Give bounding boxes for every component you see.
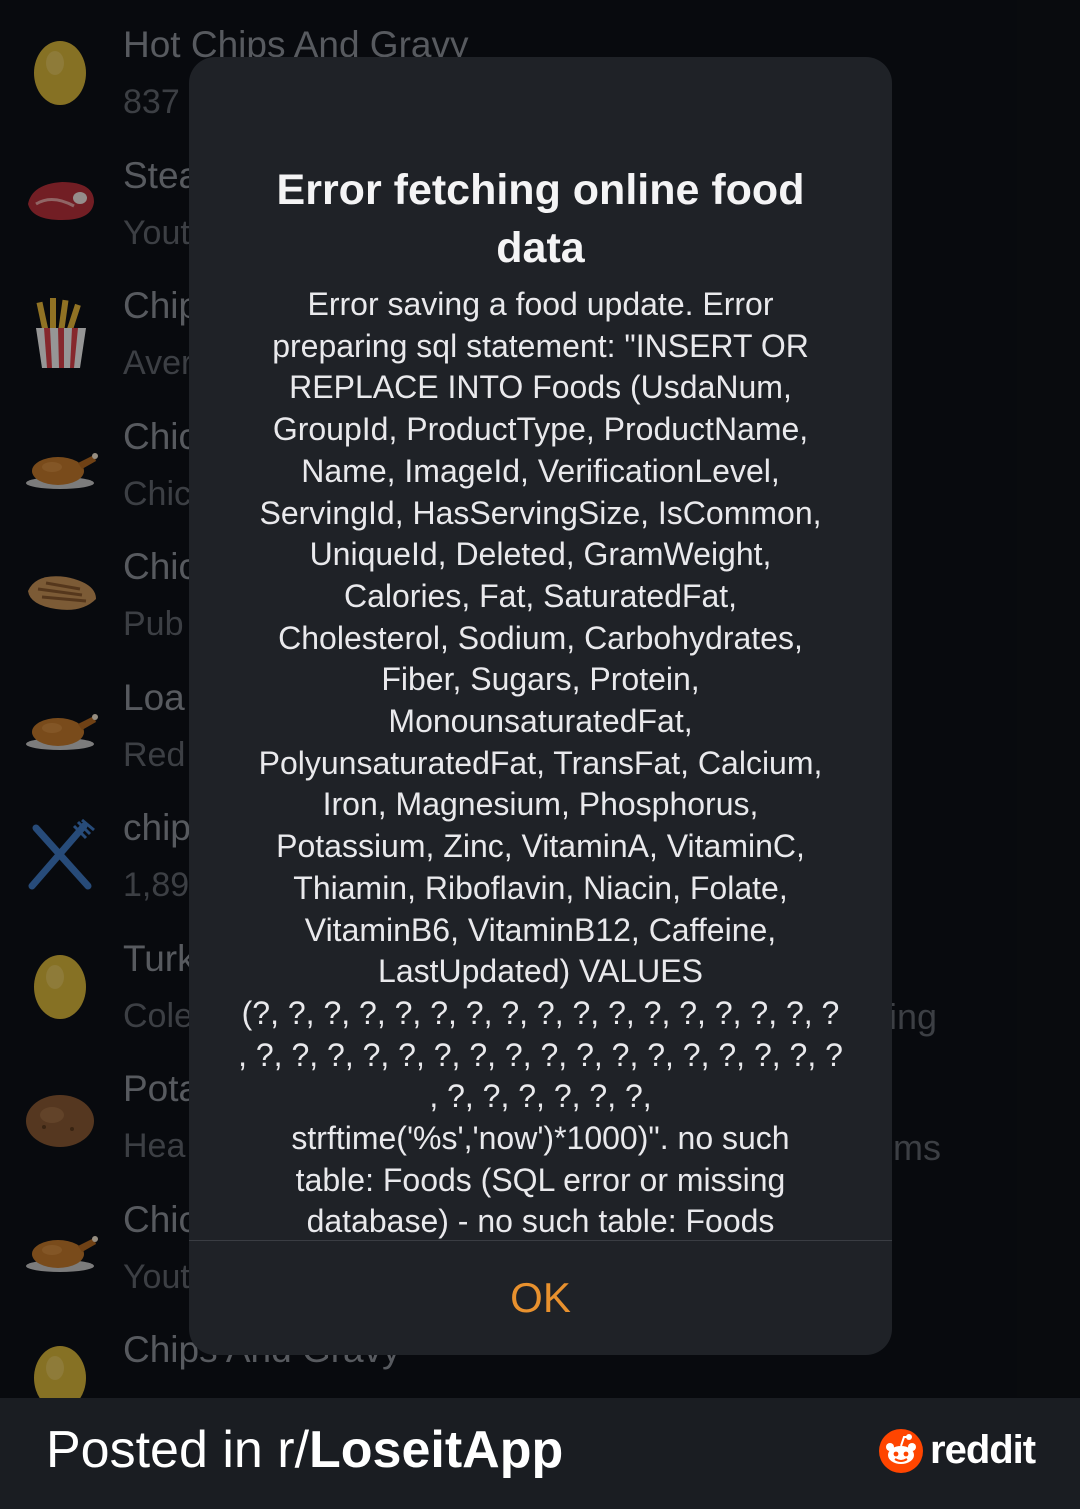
food-list-screen: Hot Chips And Gravy 837 Stea Yout Chip Aver Ch… [0, 0, 1080, 1398]
reddit-logo-icon[interactable] [878, 1428, 924, 1474]
posted-in-label: Posted in r/LoseitApp [46, 1420, 563, 1480]
alert-title: Error fetching online food data [276, 166, 805, 272]
ok-button[interactable]: OK [189, 1241, 892, 1355]
reddit-wordmark: reddit [930, 1428, 1036, 1472]
reddit-footer: Posted in r/LoseitApp reddit [0, 1398, 1080, 1509]
alert-message: Error saving a food update. Error prepar… [238, 286, 843, 1240]
error-alert-dialog: Error fetching online food data Error sa… [189, 57, 892, 1355]
posted-prefix: Posted in r/ [46, 1421, 310, 1479]
subreddit-name[interactable]: LoseitApp [309, 1421, 563, 1479]
